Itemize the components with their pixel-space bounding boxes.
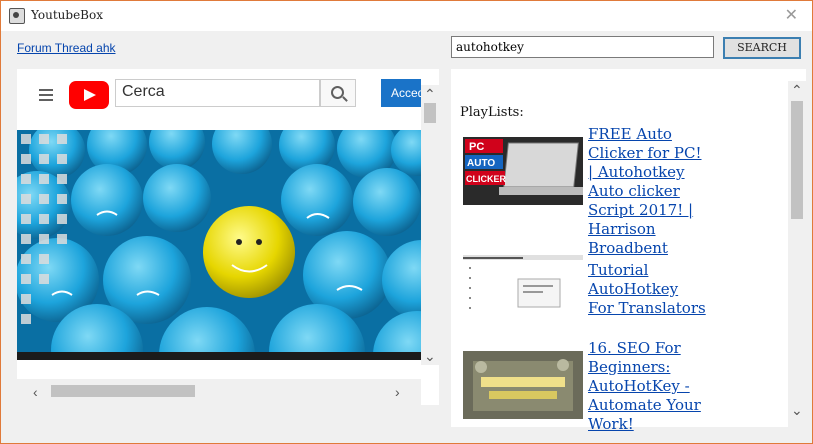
scroll-down-icon[interactable]: ⌄	[424, 349, 436, 363]
app-window: YoutubeBox ✕ Forum Thread ahk SEARCH Cer…	[0, 0, 813, 444]
seo-thumbnail-image	[463, 351, 583, 419]
youtube-search-button[interactable]	[320, 79, 356, 107]
browser-horizontal-scrollbar[interactable]: ‹ ›	[17, 379, 421, 405]
thumb-label-auto: AUTO	[467, 158, 495, 169]
result-title-link[interactable]: Tutorial AutoHotkey For Translators	[588, 261, 708, 318]
search-input[interactable]	[451, 36, 714, 58]
thumb-label-pc: PC	[469, 141, 484, 153]
search-button[interactable]: SEARCH	[723, 37, 801, 59]
window-title: YoutubeBox	[31, 8, 103, 22]
auto-clicker-thumbnail-image: PC AUTO CLICKER	[463, 137, 583, 205]
menu-icon[interactable]	[39, 89, 53, 104]
forum-thread-link[interactable]: Forum Thread ahk	[17, 41, 116, 55]
result-thumbnail[interactable]	[463, 351, 583, 419]
youtube-header: Cerca Accedi	[17, 69, 421, 119]
close-icon[interactable]: ✕	[785, 5, 798, 25]
sign-in-button[interactable]: Accedi	[381, 79, 421, 107]
results-vertical-scrollbar[interactable]: ⌃ ⌄	[788, 81, 806, 427]
scroll-thumb[interactable]	[791, 101, 803, 219]
scroll-right-icon[interactable]: ›	[395, 385, 400, 399]
browser-vertical-scrollbar[interactable]: ⌃ ⌄	[421, 85, 439, 365]
search-icon	[331, 86, 344, 99]
playlists-label: PlayLists:	[460, 105, 524, 120]
translators-thumbnail-image	[463, 255, 583, 319]
scroll-up-icon[interactable]: ⌃	[791, 83, 803, 97]
scroll-up-icon[interactable]: ⌃	[424, 87, 436, 101]
scroll-down-icon[interactable]: ⌄	[791, 403, 803, 417]
browser-pane: Cerca Accedi	[17, 69, 439, 405]
video-thumbnail-image	[17, 130, 421, 360]
result-title-link[interactable]: FREE Auto Clicker for PC! | Autohotkey A…	[588, 125, 708, 258]
result-title-link[interactable]: 16. SEO For Beginners: AutoHotKey - Auto…	[588, 339, 708, 434]
youtube-search-input[interactable]: Cerca	[115, 79, 320, 107]
thumb-label-clicker: CLICKER	[466, 174, 506, 184]
youtube-logo-icon[interactable]	[69, 81, 109, 109]
title-bar: YoutubeBox ✕	[1, 1, 812, 31]
app-icon	[9, 8, 25, 24]
scroll-thumb[interactable]	[51, 385, 195, 397]
scroll-thumb[interactable]	[424, 103, 436, 123]
result-thumbnail[interactable]: PC AUTO CLICKER	[463, 137, 583, 205]
results-pane: PlayLists: PC AUTO CLICKER FREE Auto Cli…	[451, 69, 806, 433]
scroll-left-icon[interactable]: ‹	[33, 385, 38, 399]
result-thumbnail[interactable]	[463, 255, 583, 319]
video-frame[interactable]	[17, 130, 421, 360]
